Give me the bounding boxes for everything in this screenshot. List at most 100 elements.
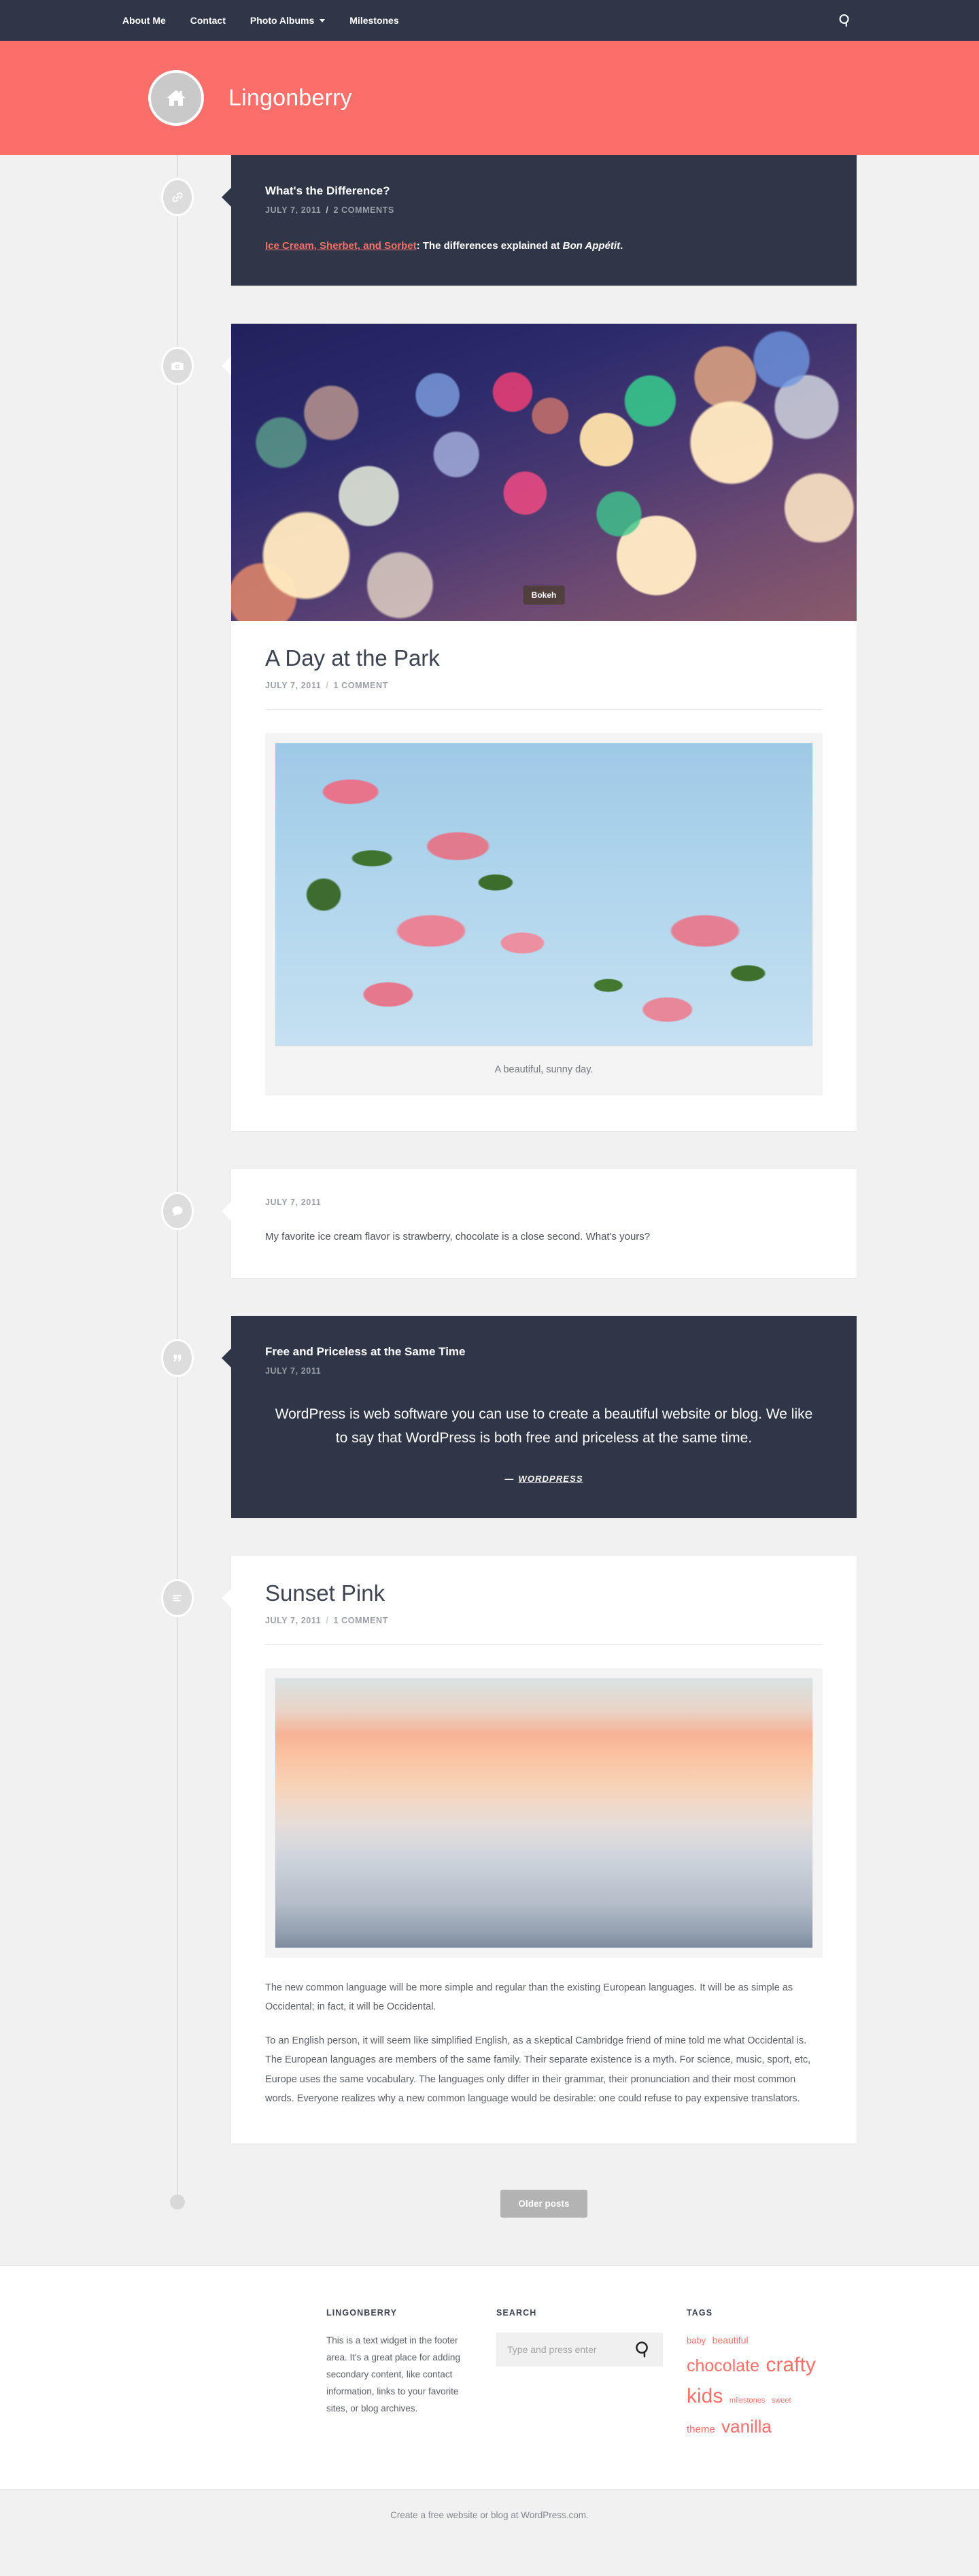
quote-icon: [173, 1354, 182, 1362]
post-card: Bokeh A Day at the Park JULY 7, 2011 / 1…: [222, 324, 857, 1132]
post-entry-quote: Free and Priceless at the Same Time JULY…: [122, 1315, 857, 1518]
post-entry-status: JULY 7, 2011 My favorite ice cream flavo…: [122, 1169, 857, 1278]
post-comment-count[interactable]: 1 COMMENT: [334, 681, 388, 690]
post-date[interactable]: JULY 7, 2011: [265, 205, 321, 215]
post-title[interactable]: A Day at the Park: [265, 645, 823, 671]
camera-icon: [171, 362, 184, 371]
footer-widget-search: SEARCH: [496, 2308, 687, 2440]
aside-lines-icon: [173, 1595, 182, 1601]
post-meta: JULY 7, 2011 / 1 COMMENT: [265, 1616, 823, 1625]
post-entry-link: What's the Difference? JULY 7, 2011 / 2 …: [122, 155, 857, 286]
tag-link[interactable]: milestones: [729, 2396, 766, 2405]
nav-item-contact[interactable]: Contact: [178, 0, 238, 41]
post-card: Free and Priceless at the Same Time JULY…: [222, 1315, 857, 1518]
site-logo-badge: [148, 70, 204, 126]
site-branding[interactable]: Lingonberry: [148, 70, 352, 126]
post-card: Sunset Pink JULY 7, 2011 / 1 COMMENT The…: [222, 1555, 857, 2144]
tag-cloud: baby beautiful chocolate crafty kids mil…: [687, 2333, 825, 2440]
primary-menu: About Me Contact Photo Albums Milestones: [122, 0, 411, 41]
post-content: The new common language will be more sim…: [265, 1978, 823, 2109]
post-format-icon-image[interactable]: [161, 347, 194, 386]
post-card: What's the Difference? JULY 7, 2011 / 2 …: [222, 155, 857, 286]
tag-link[interactable]: baby: [687, 2335, 706, 2345]
status-body: My favorite ice cream flavor is strawber…: [265, 1231, 651, 1243]
search-form: [496, 2333, 663, 2367]
post-entry-standard: Sunset Pink JULY 7, 2011 / 1 COMMENT The…: [122, 1555, 857, 2144]
quote-source-link[interactable]: WORDPRESS: [518, 1474, 583, 1484]
post-format-icon-link[interactable]: [161, 178, 194, 216]
post-format-icon-status[interactable]: [161, 1192, 194, 1231]
post-format-icon-quote[interactable]: [161, 1338, 194, 1377]
search-toggle-button[interactable]: [834, 9, 857, 32]
featured-image-caption: Bokeh: [523, 586, 565, 605]
widget-title: SEARCH: [496, 2308, 537, 2318]
post-date[interactable]: JULY 7, 2011: [265, 1616, 321, 1625]
search-icon: [636, 2341, 648, 2358]
post-comment-count[interactable]: 2 COMMENTS: [334, 205, 394, 215]
nav-item-photo-albums[interactable]: Photo Albums: [238, 0, 337, 41]
post-card: JULY 7, 2011 My favorite ice cream flavo…: [222, 1169, 857, 1278]
quote-block: WordPress is web software you can use to…: [265, 1403, 823, 1487]
external-link[interactable]: Ice Cream, Sherbet, and Sorbet: [265, 240, 417, 252]
timeline-end-dot: [170, 2194, 185, 2210]
nav-item-label: Photo Albums: [250, 15, 315, 26]
post-comment-count[interactable]: 1 COMMENT: [334, 1616, 388, 1625]
link-icon: [172, 192, 183, 203]
nav-item-milestones[interactable]: Milestones: [337, 0, 411, 41]
tag-link[interactable]: vanilla: [721, 2416, 772, 2437]
meta-separator: /: [326, 205, 329, 216]
chat-bubble-icon: [172, 1206, 183, 1216]
link-body-end: .: [620, 240, 623, 252]
figure-caption: A beautiful, sunny day.: [494, 1064, 594, 1076]
post-title[interactable]: Free and Priceless at the Same Time: [265, 1344, 823, 1359]
post-date[interactable]: JULY 7, 2011: [265, 681, 321, 690]
tag-link[interactable]: sweet: [772, 2396, 791, 2405]
tag-link[interactable]: theme: [687, 2424, 715, 2435]
post-figure: [265, 1667, 823, 1958]
paragraph: The new common language will be more sim…: [265, 1982, 793, 2012]
site-title: Lingonberry: [228, 84, 352, 111]
link-body-text: : The differences explained at: [416, 240, 563, 252]
nav-item-about-me[interactable]: About Me: [122, 0, 178, 41]
search-icon: [839, 14, 849, 27]
post-meta: JULY 7, 2011: [265, 1198, 823, 1207]
post-title[interactable]: What's the Difference?: [265, 184, 823, 199]
wordpress-credit-link[interactable]: Create a free website or blog at WordPre…: [390, 2510, 589, 2520]
post-featured-image[interactable]: Bokeh: [231, 324, 857, 622]
meta-separator: /: [326, 681, 329, 691]
tag-link[interactable]: chocolate: [687, 2356, 759, 2375]
paragraph: To an English person, it will seem like …: [265, 2035, 811, 2104]
site-header: Lingonberry: [0, 41, 979, 155]
chevron-down-icon: [320, 18, 326, 22]
meta-separator: /: [326, 1615, 329, 1625]
search-input[interactable]: [507, 2344, 633, 2356]
post-meta: JULY 7, 2011 / 1 COMMENT: [265, 681, 823, 690]
site-footer: LINGONBERRY This is a text widget in the…: [0, 2265, 979, 2490]
post-date[interactable]: JULY 7, 2011: [265, 1366, 321, 1376]
post-title[interactable]: Sunset Pink: [265, 1580, 823, 1606]
home-icon: [167, 90, 186, 106]
figure-image[interactable]: [275, 743, 813, 1047]
tag-link[interactable]: crafty: [766, 2354, 815, 2376]
post-link-body: Ice Cream, Sherbet, and Sorbet: The diff…: [265, 238, 823, 254]
post-entry-image: Bokeh A Day at the Park JULY 7, 2011 / 1…: [122, 324, 857, 1132]
post-format-icon-aside[interactable]: [161, 1578, 194, 1617]
nav-item-label: Contact: [190, 15, 226, 26]
nav-item-label: Milestones: [349, 15, 399, 26]
tag-link[interactable]: kids: [687, 2385, 723, 2407]
older-posts-button[interactable]: Older posts: [500, 2190, 587, 2218]
timeline-main: What's the Difference? JULY 7, 2011 / 2 …: [122, 155, 857, 2265]
tag-link[interactable]: beautiful: [712, 2335, 749, 2345]
footer-credit: Create a free website or blog at WordPre…: [0, 2489, 979, 2548]
widget-text-body: This is a text widget in the footer area…: [326, 2335, 460, 2413]
widget-title: LINGONBERRY: [326, 2308, 398, 2318]
search-submit-button[interactable]: [633, 2341, 653, 2358]
quote-text: WordPress is web software you can use to…: [275, 1406, 813, 1446]
post-meta: JULY 7, 2011: [265, 1366, 823, 1376]
quote-attribution: — WORDPRESS: [275, 1472, 813, 1486]
post-figure: A beautiful, sunny day.: [265, 733, 823, 1096]
figure-image[interactable]: [275, 1677, 813, 1948]
post-date[interactable]: JULY 7, 2011: [265, 1198, 321, 1207]
post-meta: JULY 7, 2011 / 2 COMMENTS: [265, 205, 823, 215]
pagination: Older posts: [231, 2182, 857, 2218]
